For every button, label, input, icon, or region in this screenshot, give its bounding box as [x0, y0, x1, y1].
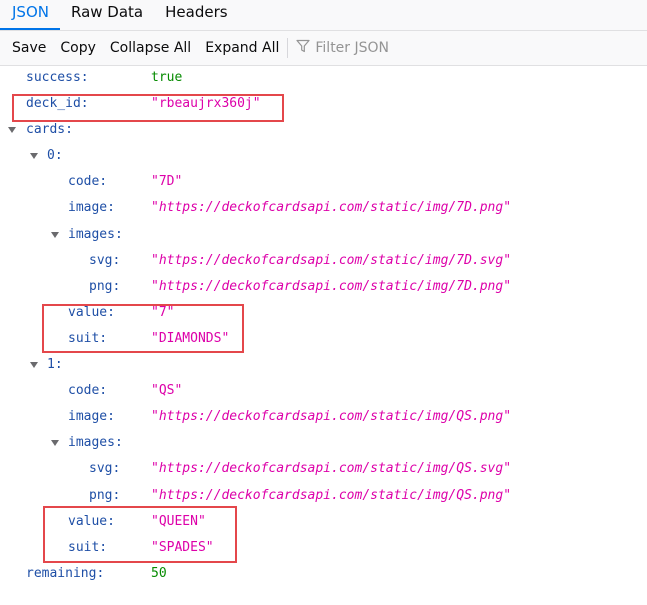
json-key: images:	[68, 226, 123, 242]
tree-row-success: success: true	[0, 65, 647, 91]
tree-row-image: image: "https://deckofcardsapi.com/stati…	[0, 404, 647, 430]
tree-row-card-1[interactable]: 1:	[0, 352, 647, 378]
chevron-down-icon[interactable]	[8, 127, 16, 134]
toolbar-divider	[287, 38, 289, 58]
json-key: value:	[68, 513, 115, 529]
tree-row-cards[interactable]: cards:	[0, 117, 647, 143]
json-tree: success: true deck_id: "rbeaujrx360j" ca…	[0, 65, 647, 587]
tree-row-deck-id: deck_id: "rbeaujrx360j"	[0, 91, 647, 117]
json-value-link[interactable]: "https://deckofcardsapi.com/static/img/7…	[151, 248, 511, 274]
expand-all-button[interactable]: Expand All	[198, 31, 286, 65]
tab-headers[interactable]: Headers	[154, 0, 238, 30]
json-key: success:	[26, 70, 89, 85]
tree-row-images[interactable]: images:	[0, 222, 647, 248]
json-value: true	[151, 70, 183, 85]
json-value: "DIAMONDS"	[151, 330, 230, 346]
json-value: "QS"	[151, 383, 183, 399]
tree-row-remaining: remaining: 50	[0, 561, 647, 587]
json-value-link[interactable]: "https://deckofcardsapi.com/static/img/Q…	[151, 456, 511, 482]
chevron-down-icon[interactable]	[51, 440, 59, 447]
json-key: image:	[68, 200, 115, 216]
chevron-down-icon[interactable]	[30, 153, 38, 160]
json-key: 1:	[47, 357, 63, 373]
save-button[interactable]: Save	[0, 31, 53, 65]
json-value: "7D"	[151, 174, 183, 190]
tab-raw-data[interactable]: Raw Data	[60, 0, 154, 30]
chevron-down-icon[interactable]	[30, 362, 38, 369]
copy-button[interactable]: Copy	[53, 31, 103, 65]
json-value: "7"	[151, 304, 175, 320]
json-value: "rbeaujrx360j"	[151, 96, 261, 112]
json-key: 0:	[47, 148, 63, 164]
tree-row-value: value: "QUEEN"	[0, 509, 647, 535]
json-value-link[interactable]: "https://deckofcardsapi.com/static/img/Q…	[151, 404, 511, 430]
json-toolbar: Save Copy Collapse All Expand All	[0, 31, 647, 66]
json-key: code:	[68, 383, 108, 399]
json-key: png:	[89, 487, 121, 503]
filter-json-input[interactable]	[315, 40, 516, 56]
json-key: suit:	[68, 539, 108, 555]
tree-row-code: code: "QS"	[0, 378, 647, 404]
collapse-all-button[interactable]: Collapse All	[103, 31, 198, 65]
json-value: "SPADES"	[151, 539, 214, 555]
viewer-tabs: JSON Raw Data Headers	[0, 0, 647, 31]
tree-row-images[interactable]: images:	[0, 430, 647, 456]
tab-json[interactable]: JSON	[0, 0, 60, 30]
json-key: svg:	[89, 252, 121, 268]
json-value-link[interactable]: "https://deckofcardsapi.com/static/img/7…	[151, 195, 511, 221]
tree-row-card-0[interactable]: 0:	[0, 143, 647, 169]
chevron-down-icon[interactable]	[51, 231, 59, 238]
json-key: code:	[68, 174, 108, 190]
tree-row-svg: svg: "https://deckofcardsapi.com/static/…	[0, 456, 647, 482]
tree-row-suit: suit: "DIAMONDS"	[0, 326, 647, 352]
tree-row-code: code: "7D"	[0, 169, 647, 195]
json-value-link[interactable]: "https://deckofcardsapi.com/static/img/7…	[151, 274, 511, 300]
json-value: "QUEEN"	[151, 513, 206, 529]
json-value: 50	[151, 565, 167, 581]
json-key: remaining:	[26, 565, 105, 581]
json-key: png:	[89, 278, 121, 294]
json-key: images:	[68, 435, 123, 451]
tree-row-value: value: "7"	[0, 300, 647, 326]
tree-row-svg: svg: "https://deckofcardsapi.com/static/…	[0, 248, 647, 274]
filter-box[interactable]	[296, 31, 516, 65]
json-key: deck_id:	[26, 96, 89, 112]
tree-row-image: image: "https://deckofcardsapi.com/stati…	[0, 195, 647, 221]
json-key: value:	[68, 304, 115, 320]
json-key: image:	[68, 409, 115, 425]
tree-row-suit: suit: "SPADES"	[0, 535, 647, 561]
tree-row-png: png: "https://deckofcardsapi.com/static/…	[0, 483, 647, 509]
tree-row-png: png: "https://deckofcardsapi.com/static/…	[0, 274, 647, 300]
json-key: suit:	[68, 330, 108, 346]
filter-icon	[296, 39, 315, 57]
json-key: cards:	[26, 122, 73, 138]
json-key: svg:	[89, 461, 121, 477]
json-value-link[interactable]: "https://deckofcardsapi.com/static/img/Q…	[151, 483, 511, 509]
